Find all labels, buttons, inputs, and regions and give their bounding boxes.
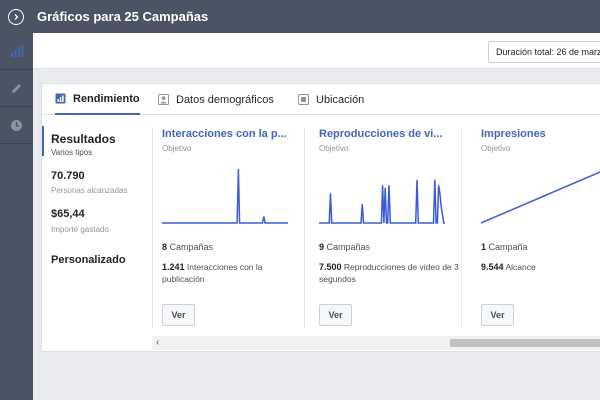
card-title[interactable]: Impresiones — [481, 128, 600, 140]
custom-link[interactable]: Personalizado — [51, 254, 126, 266]
clock-icon — [11, 119, 22, 131]
result-metric: 7.500 Reproducciones de video de 3 segun… — [319, 262, 459, 284]
sidebar-item-edit[interactable] — [0, 70, 33, 107]
campaign-count: 9 Campañas — [319, 242, 371, 252]
result-metric: 1.241 Interacciones con la publicación — [162, 262, 263, 284]
sidebar-item-history[interactable] — [0, 107, 33, 144]
sidebar — [0, 33, 33, 400]
divider — [304, 128, 305, 328]
card-title[interactable]: Reproducciones de vi... — [319, 128, 449, 140]
reach-label: Personas alcanzadas — [51, 186, 128, 195]
spent-label: Importe gastado — [51, 225, 109, 234]
results-subheading: Varios tipos — [51, 148, 93, 157]
chevron-right-icon[interactable] — [8, 8, 24, 25]
tab-label: Datos demográficos — [176, 93, 274, 106]
tab-rendimiento[interactable]: Rendimiento — [55, 84, 140, 115]
horizontal-scrollbar[interactable]: ‹ — [152, 336, 600, 350]
results-summary: Resultados Varios tipos 70.790 Personas … — [42, 126, 152, 351]
selected-indicator — [42, 126, 44, 156]
tab-label: Ubicación — [316, 93, 365, 106]
sparkline-chart — [481, 171, 600, 224]
sparkline-chart — [162, 168, 288, 224]
tab-bar: Rendimiento Datos demográficos Ubicación — [42, 84, 600, 115]
sparkline-series — [319, 179, 445, 224]
sparkline-series — [162, 168, 288, 224]
sparkline-series — [481, 171, 600, 224]
result-metric: 9.544 Alcance — [481, 262, 536, 272]
top-bar: Gráficos para 25 Campañas — [0, 0, 600, 33]
campaign-count: 1 Campaña — [481, 242, 528, 252]
tab-datos-demograficos[interactable]: Datos demográficos — [158, 84, 274, 115]
divider — [461, 128, 462, 328]
metric-card: Reproducciones de vi... Objetivo 9 Campa… — [319, 128, 469, 330]
scroll-left-icon[interactable]: ‹ — [156, 336, 159, 350]
toolbar: Duración total: 26 de marzo — [33, 33, 600, 69]
charts-panel: Rendimiento Datos demográficos Ubicación… — [41, 83, 600, 352]
card-objective: Objetivo — [162, 144, 192, 153]
sparkline-chart — [319, 179, 445, 224]
bar-chart-icon — [55, 93, 66, 104]
spent-value: $65,44 — [51, 208, 85, 220]
view-button[interactable]: Ver — [481, 304, 514, 326]
view-button[interactable]: Ver — [162, 304, 195, 326]
metric-card: Impresiones Objetivo 1 Campaña 9.544 Alc… — [481, 128, 600, 330]
tab-label: Rendimiento — [73, 92, 140, 105]
pencil-icon — [12, 83, 21, 93]
scroll-thumb[interactable] — [450, 339, 600, 347]
sidebar-item-charts[interactable] — [0, 33, 33, 70]
reach-value: 70.790 — [51, 170, 85, 182]
results-heading: Resultados — [51, 132, 116, 146]
people-icon — [158, 94, 169, 105]
duration-selector[interactable]: Duración total: 26 de marzo — [488, 41, 600, 63]
card-objective: Objetivo — [481, 144, 511, 153]
page-title: Gráficos para 25 Campañas — [37, 9, 209, 24]
tab-ubicacion[interactable]: Ubicación — [298, 84, 364, 115]
card-objective: Objetivo — [319, 144, 349, 153]
campaign-count: 8 Campañas — [162, 242, 214, 252]
card-title[interactable]: Interacciones con la p... — [162, 128, 292, 140]
metric-card: Interacciones con la p... Objetivo 8 Cam… — [162, 128, 312, 330]
bar-chart-icon — [10, 44, 23, 57]
divider — [152, 128, 153, 328]
view-button[interactable]: Ver — [319, 304, 352, 326]
device-icon — [298, 94, 309, 105]
